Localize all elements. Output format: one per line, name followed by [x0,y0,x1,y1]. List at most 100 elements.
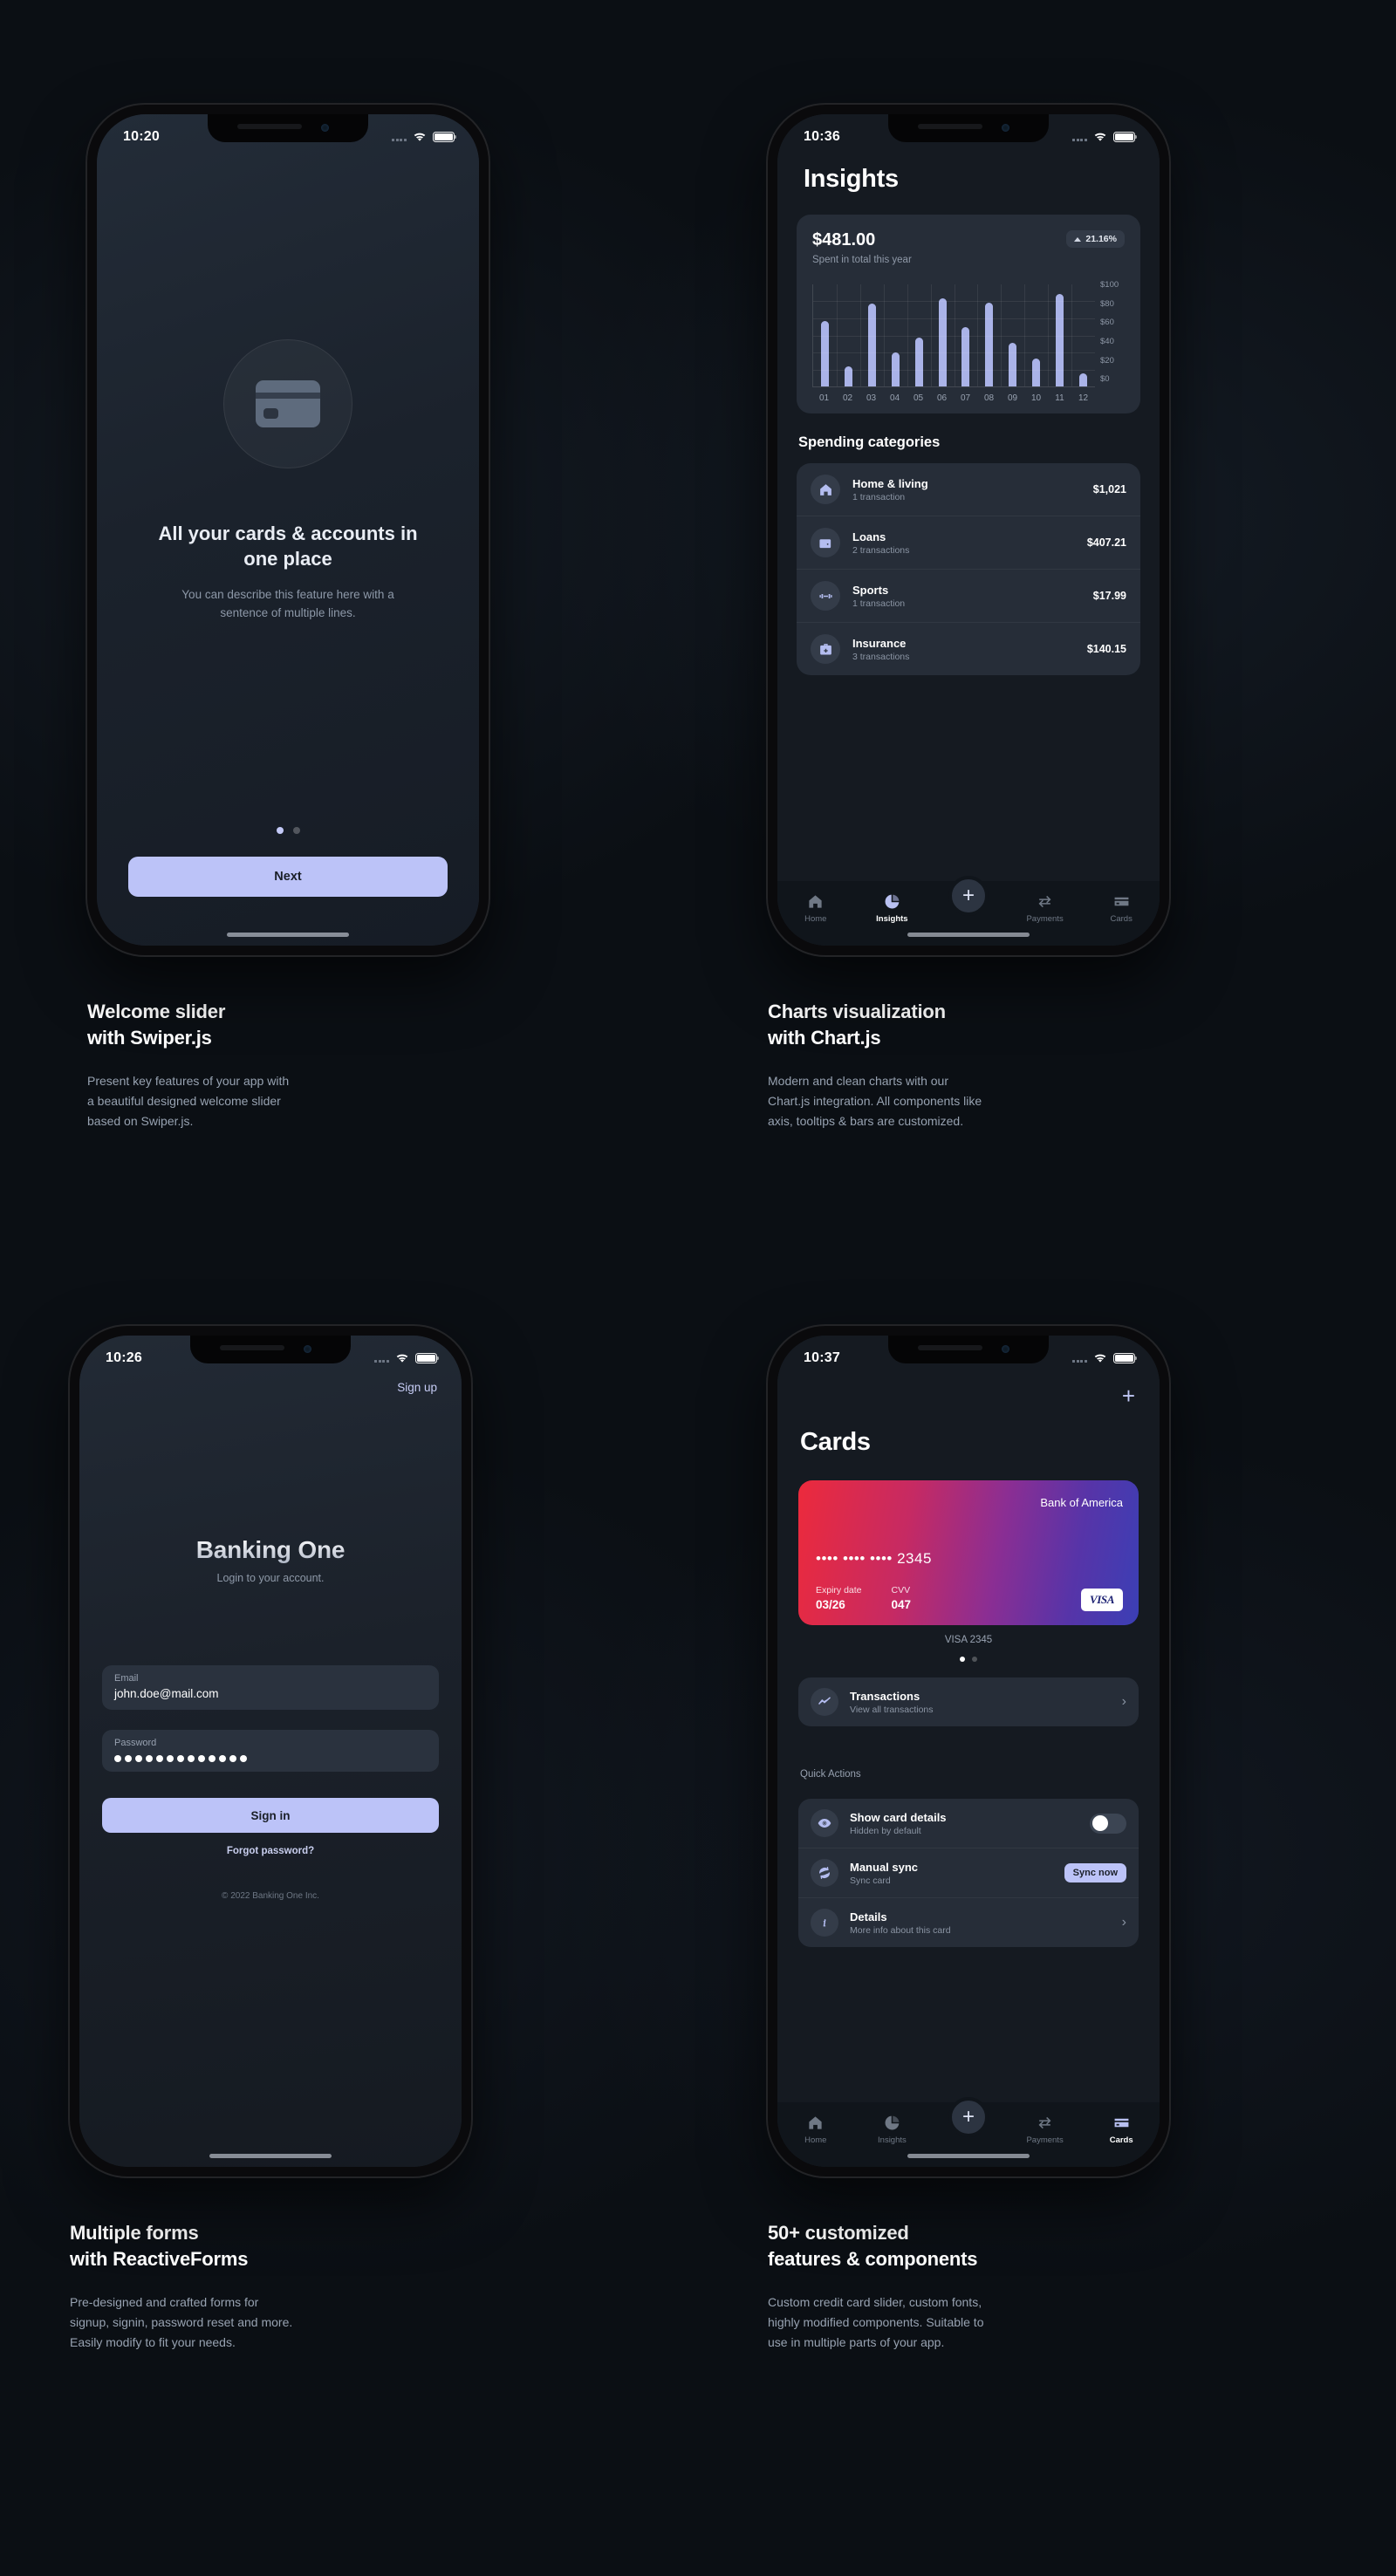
phone-mockup-insights: 10:36 Insights $481.00 Spent in total th… [768,105,1169,955]
wifi-icon [396,1354,408,1363]
category-row[interactable]: Home & living 1 transaction $1,021 [797,463,1140,516]
chart-bar[interactable] [914,337,923,386]
pagination-dot[interactable] [292,827,300,834]
chart-x-tick: 09 [1007,393,1018,403]
phone-mockup-signin: 10:26 Sign up Banking One Login to your … [70,1326,471,2176]
phone-screen-welcome: 10:20 All your cards & accounts in one p… [97,114,479,946]
tab-cards[interactable]: Cards [1083,893,1160,924]
tab-insights[interactable]: Insights [854,893,931,924]
email-field[interactable]: Email john.doe@mail.com [102,1665,439,1710]
credit-card-icon [256,380,320,427]
visa-logo: VISA [1080,1589,1123,1611]
category-row[interactable]: Sports 1 transaction $17.99 [797,569,1140,622]
transactions-row[interactable]: Transactions View all transactions › [798,1677,1139,1726]
transactions-subtitle: View all transactions [850,1704,934,1715]
add-button[interactable]: + [948,876,989,916]
pagination-dot[interactable] [972,1657,977,1662]
feature-panel-cards: 10:37 + Cards Bank of America •••• •••• … [768,1326,1344,2352]
tab-insights[interactable]: Insights [854,2115,931,2145]
tab-label: Insights [876,914,908,924]
password-input[interactable] [114,1755,427,1762]
change-value: 21.16% [1085,234,1117,244]
cvv-value: 047 [891,1598,912,1611]
chart-y-tick: $20 [1100,355,1114,366]
chart-y-tick: $40 [1100,337,1114,347]
welcome-screen: 10:20 All your cards & accounts in one p… [97,114,479,946]
chart-x-tick: 08 [983,393,995,403]
category-row[interactable]: Loans 2 transactions $407.21 [797,516,1140,569]
chart-bar[interactable] [867,304,876,386]
category-transactions: 3 transactions [852,651,910,662]
category-name: Insurance [852,636,907,650]
chart-y-tick: $0 [1100,374,1110,385]
chart-x-tick: 11 [1055,393,1064,403]
quick-action-manual-sync[interactable]: Manual sync Sync card Sync now [798,1848,1139,1897]
tab-home[interactable]: Home [777,893,854,924]
forgot-password-link[interactable]: Forgot password? [79,1846,462,1856]
chart-bar[interactable] [1056,293,1064,386]
caption-title: 50+ customized features & components [768,2222,978,2270]
tab-payments[interactable]: Payments [1007,893,1084,924]
transactions-panel[interactable]: Transactions View all transactions › [798,1677,1139,1726]
password-field[interactable]: Password [102,1730,439,1772]
home-indicator [227,933,349,937]
quick-action-title: Details [850,1910,887,1923]
chart-bar[interactable] [938,298,947,386]
quick-action-details[interactable]: i Details More info about this card › [798,1897,1139,1947]
svg-text:i: i [823,1918,825,1929]
category-row[interactable]: Insurance 3 transactions $140.15 [797,622,1140,675]
battery-icon [415,1353,440,1363]
card-pagination-dots[interactable] [777,1657,1160,1662]
cards-screen: 10:37 + Cards Bank of America •••• •••• … [777,1336,1160,2167]
tab-label: Home [804,2135,827,2145]
chart-bar[interactable] [1009,342,1017,386]
phone-mockup-welcome: 10:20 All your cards & accounts in one p… [87,105,489,955]
chart-plot-area [812,284,1095,387]
insights-screen: 10:36 Insights $481.00 Spent in total th… [777,114,1160,946]
show-card-details-toggle[interactable] [1090,1813,1126,1834]
signup-link[interactable]: Sign up [397,1381,437,1394]
welcome-hero-circle [223,339,352,468]
tab-label: Cards [1109,2135,1133,2145]
pagination-dot[interactable] [276,827,284,834]
chart-x-tick: 02 [842,393,853,403]
password-dot [229,1755,236,1762]
phone-screen-cards: 10:37 + Cards Bank of America •••• •••• … [777,1336,1160,2167]
password-dot [177,1755,184,1762]
sync-now-button[interactable]: Sync now [1064,1863,1126,1882]
pagination-dot[interactable] [960,1657,965,1662]
cellular-signal-icon [374,1354,389,1363]
credit-card[interactable]: Bank of America •••• •••• •••• 2345 Expi… [798,1480,1139,1625]
chart-bar[interactable] [985,303,994,386]
chart-bar[interactable] [820,321,829,386]
transfer-icon [1038,895,1051,908]
wifi-icon [1094,133,1106,141]
chart-x-tick: 10 [1030,393,1042,403]
caption-signin: Multiple forms with ReactiveForms Pre-de… [70,2220,628,2352]
chart-x-tick: 04 [889,393,900,403]
tab-label: Home [804,914,827,924]
expiry-value: 03/26 [816,1598,845,1611]
tab-home[interactable]: Home [777,2115,854,2145]
tab-cards[interactable]: Cards [1083,2115,1160,2145]
email-input[interactable]: john.doe@mail.com [114,1687,427,1700]
status-indicators [1072,132,1138,142]
plus-icon[interactable]: + [1122,1384,1135,1407]
sign-in-button[interactable]: Sign in [102,1798,439,1833]
transfer-icon [1038,2116,1051,2129]
pie-icon [885,894,900,909]
status-indicators [1072,1353,1138,1363]
tab-label: Cards [1110,914,1133,924]
quick-action-show-card-details[interactable]: Show card details Hidden by default [798,1799,1139,1848]
quick-action-title: Manual sync [850,1860,919,1874]
signin-screen: 10:26 Sign up Banking One Login to your … [79,1336,462,2167]
chart-bar[interactable] [1032,359,1041,386]
tab-payments[interactable]: Payments [1007,2115,1084,2145]
chart-bar[interactable] [1079,372,1088,386]
add-button[interactable]: + [948,2097,989,2137]
next-button[interactable]: Next [128,857,448,897]
caption-welcome: Welcome slider with Swiper.js Present ke… [87,999,628,1131]
welcome-title: All your cards & accounts in one place [158,523,418,571]
cellular-signal-icon [392,133,407,141]
welcome-pagination-dots[interactable] [97,827,479,834]
